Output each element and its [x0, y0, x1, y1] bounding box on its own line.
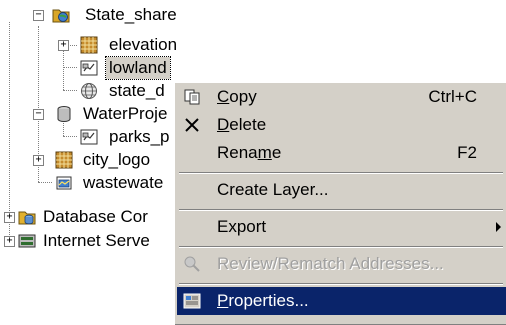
menu-item-export[interactable]: Export: [177, 213, 506, 241]
tree-connector: [63, 90, 77, 91]
geocode-icon: [184, 256, 200, 272]
tree-item-label: state_d: [109, 81, 165, 100]
menu-item-review-rematch[interactable]: Review/Rematch Addresses...: [177, 250, 506, 278]
tree-item-label: State_share: [85, 5, 177, 24]
context-menu: Copy Ctrl+C Delete Rename F2 Create Laye…: [174, 82, 506, 325]
feature-class-icon: [80, 60, 98, 76]
database-connections-icon: [18, 211, 36, 225]
tree-item-label: lowland: [105, 56, 171, 80]
tree-item-label: elevation: [109, 35, 178, 54]
menu-separator: [179, 172, 503, 174]
menu-item-label: Review/Rematch Addresses...: [217, 254, 444, 273]
tree-connector: [63, 67, 77, 68]
expand-icon[interactable]: +: [4, 236, 15, 247]
menu-separator: [179, 246, 503, 248]
layer-file-icon: [56, 176, 72, 190]
menu-separator: [179, 283, 503, 285]
delete-icon: [185, 118, 199, 132]
raster-grid-icon: [80, 36, 98, 54]
tree-item-label: wastewate: [83, 173, 164, 192]
tree-item-label: Database Cor: [43, 207, 148, 226]
tree-connector: [63, 48, 64, 90]
menu-item-label: Delete: [217, 115, 267, 134]
database-icon: [57, 106, 71, 123]
menu-item-delete[interactable]: Delete: [177, 111, 506, 139]
submenu-arrow-icon: [496, 222, 501, 232]
globe-dataset-icon: [81, 83, 97, 99]
tree-connector: [38, 182, 52, 183]
expand-icon[interactable]: +: [58, 40, 69, 51]
tree-item-label: city_logo: [83, 150, 151, 169]
menu-item-create-layer[interactable]: Create Layer...: [177, 176, 506, 204]
internet-server-icon: [18, 234, 36, 248]
collapse-icon[interactable]: −: [33, 109, 44, 120]
menu-item-shortcut: Ctrl+C: [428, 87, 477, 106]
tree-connector: [63, 136, 77, 137]
menu-item-label: Properties...: [217, 291, 309, 310]
menu-item-properties[interactable]: Properties...: [177, 287, 506, 315]
menu-item-label: Export: [217, 217, 267, 236]
properties-icon: [183, 293, 201, 309]
tree-item-label: Internet Serve: [43, 231, 150, 250]
menu-item-copy[interactable]: Copy Ctrl+C: [177, 83, 506, 111]
feature-class-icon: [80, 129, 98, 145]
menu-item-label: Rename: [217, 143, 282, 162]
menu-separator: [179, 209, 503, 211]
tree-item-label: parks_p: [109, 127, 170, 146]
collapse-icon[interactable]: −: [33, 10, 44, 21]
menu-item-rename[interactable]: Rename F2: [177, 139, 506, 167]
expand-icon[interactable]: +: [4, 212, 15, 223]
expand-icon[interactable]: +: [33, 155, 44, 166]
menu-item-label: Copy: [217, 87, 257, 106]
copy-icon: [184, 89, 200, 105]
menu-item-shortcut: F2: [457, 143, 477, 162]
tree-item-label: WaterProje: [83, 104, 168, 123]
raster-grid-icon: [55, 151, 73, 169]
menu-item-label: Create Layer...: [217, 180, 329, 199]
shared-folder-icon: [52, 9, 70, 23]
